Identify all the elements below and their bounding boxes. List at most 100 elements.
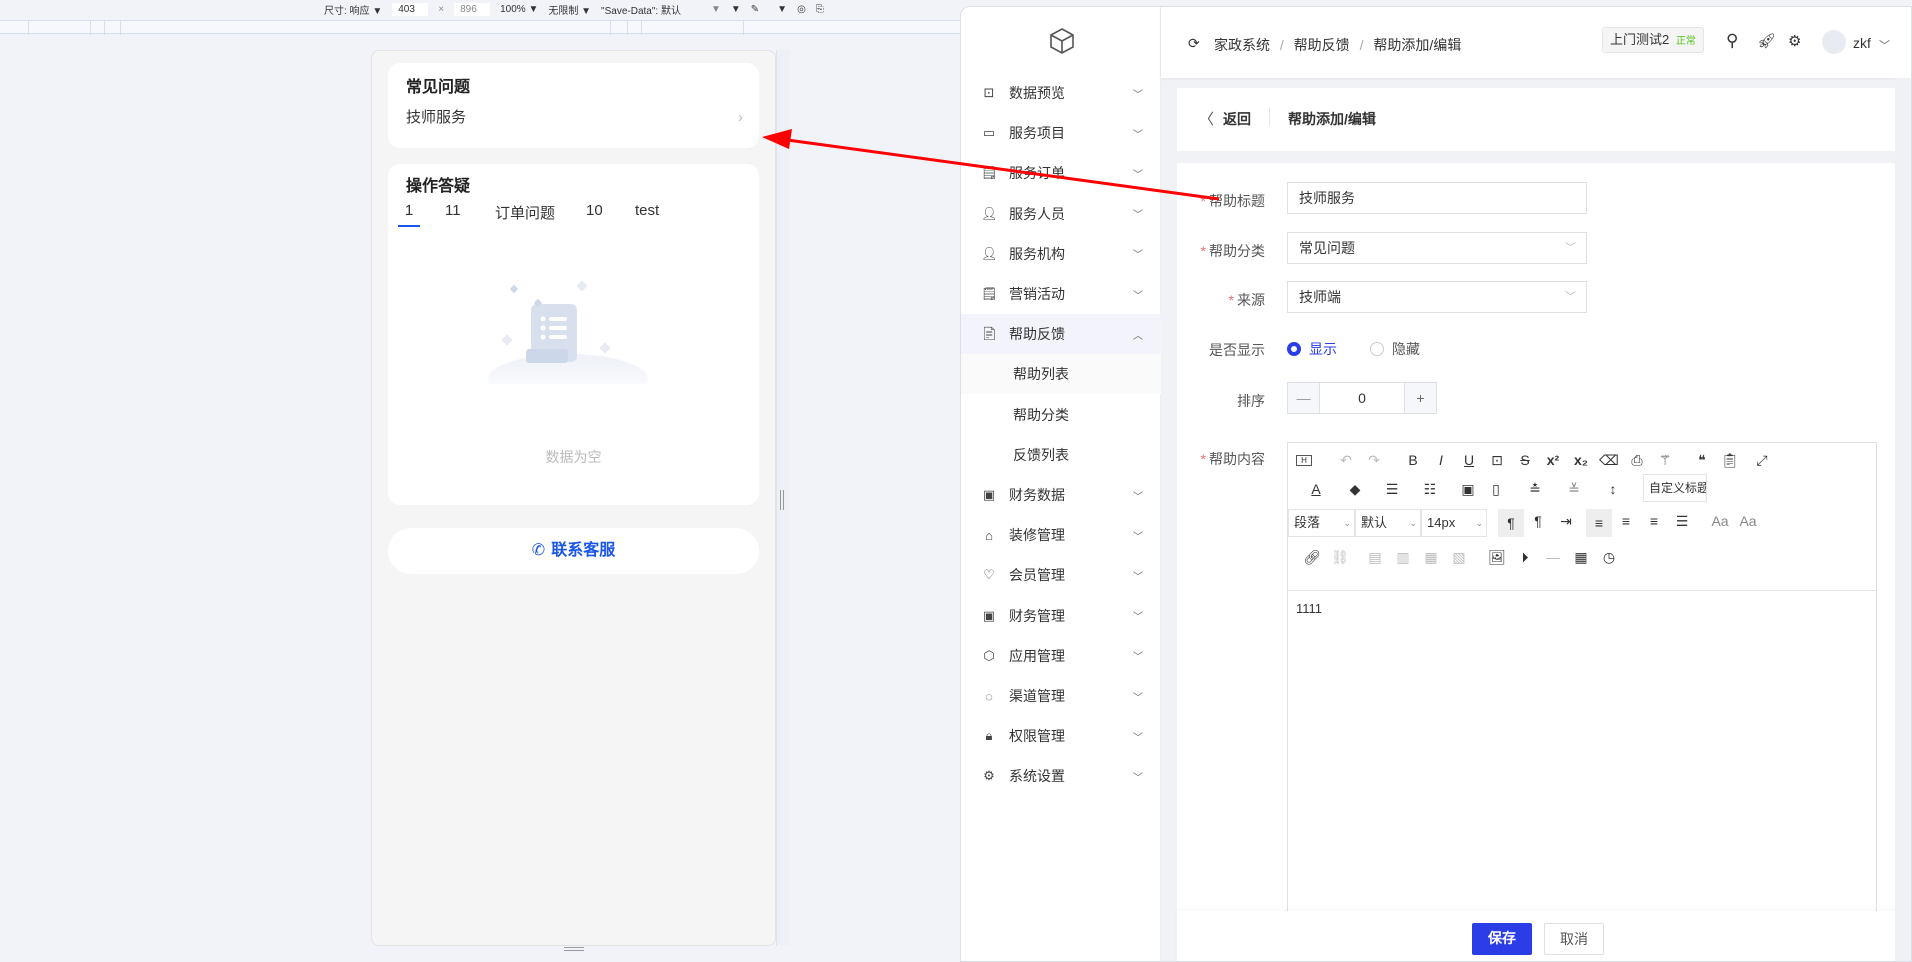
eyedropper-icon[interactable]: ✎ bbox=[751, 4, 759, 15]
fullscreen-icon[interactable]: ⤢ bbox=[1750, 452, 1774, 469]
align-center-icon[interactable]: ≡ bbox=[1614, 513, 1638, 529]
row-spacing-bottom-icon[interactable]: ≚ bbox=[1562, 481, 1586, 498]
sidebar-subitem[interactable]: 反馈列表 bbox=[961, 435, 1161, 475]
radio-hide[interactable]: 隐藏 bbox=[1370, 339, 1420, 359]
custom-heading-select[interactable]: 自定义标题 bbox=[1643, 474, 1707, 502]
italic-icon[interactable]: I bbox=[1429, 452, 1453, 468]
font-size-select[interactable]: 14px ⌄ bbox=[1421, 509, 1487, 537]
sidebar-subitem[interactable]: 帮助列表 bbox=[961, 354, 1161, 395]
source-select[interactable]: 技师端 ﹀ bbox=[1287, 281, 1587, 313]
magic-wand-icon[interactable]: ⚚ bbox=[1653, 452, 1677, 469]
search-icon[interactable]: ⚲ bbox=[1726, 31, 1738, 51]
breadcrumb-item[interactable]: 帮助反馈 bbox=[1294, 37, 1350, 53]
subscript-icon[interactable]: x₂ bbox=[1569, 452, 1593, 468]
gear-icon[interactable]: ⚙ bbox=[1788, 32, 1801, 50]
faq-item[interactable]: 技师服务 › bbox=[406, 103, 743, 133]
sidebar-item[interactable]: ⚙ 系统设置 ﹀ bbox=[961, 756, 1161, 796]
avatar[interactable] bbox=[1822, 30, 1846, 54]
eraser-icon[interactable]: ⌫ bbox=[1597, 452, 1621, 469]
row-spacing-top-icon[interactable]: ≛ bbox=[1523, 481, 1547, 498]
quote-icon[interactable]: ❝ bbox=[1690, 452, 1714, 469]
radio-show[interactable]: 显示 bbox=[1287, 339, 1337, 359]
font-family-select[interactable]: 默认 ⌄ bbox=[1355, 509, 1421, 537]
sort-input[interactable]: 0 bbox=[1320, 383, 1404, 413]
contact-service-button[interactable]: ✆ 联系客服 bbox=[388, 528, 759, 574]
sidebar-item[interactable]: 🗒︎ 服务订单 ﹀ bbox=[961, 153, 1161, 193]
dropdown-icon[interactable]: ▼ bbox=[711, 4, 721, 15]
scrollbar[interactable] bbox=[1895, 78, 1911, 961]
link-icon[interactable]: 🔗︎ bbox=[1300, 549, 1324, 566]
time-icon[interactable]: ◷ bbox=[1597, 549, 1621, 566]
image-icon[interactable]: 🖼︎ bbox=[1485, 549, 1509, 566]
image-right-icon[interactable]: ▧ bbox=[1447, 549, 1471, 566]
sidebar-subitem[interactable]: 帮助分类 bbox=[961, 395, 1161, 435]
justify-icon[interactable]: ☰ bbox=[1670, 513, 1694, 530]
indent-icon[interactable]: ⇥ bbox=[1554, 513, 1578, 530]
rtl-icon[interactable]: ¶ bbox=[1526, 513, 1550, 529]
category-select[interactable]: 常见问题 ﹀ bbox=[1287, 232, 1587, 264]
text-direction-icon[interactable]: Aa bbox=[1708, 513, 1732, 529]
side-resize-strip[interactable] bbox=[776, 50, 790, 946]
image-center-icon[interactable]: ▦ bbox=[1419, 549, 1443, 566]
cancel-button[interactable]: 取消 bbox=[1544, 923, 1604, 955]
sidebar-item[interactable]: 🔒︎ 权限管理 ﹀ bbox=[961, 716, 1161, 756]
dropdown-icon[interactable]: ▼ bbox=[731, 4, 741, 15]
dimensions-select[interactable]: 尺寸: 响应 ▼ bbox=[324, 2, 382, 17]
select-all-icon[interactable]: ▣ bbox=[1456, 481, 1480, 498]
ordered-list-icon[interactable]: ☰ bbox=[1380, 481, 1404, 498]
textbox-icon[interactable]: ⊡ bbox=[1485, 452, 1509, 469]
throttle-select[interactable]: 无限制 ▼ bbox=[548, 2, 591, 17]
sidebar-item[interactable]: ⊡ 数据预览 ﹀ bbox=[961, 73, 1161, 113]
sidebar-item[interactable]: 🗒︎ 营销活动 ﹀ bbox=[961, 274, 1161, 314]
sidebar-item[interactable]: 📄︎ 帮助反馈 ︿ bbox=[961, 314, 1161, 355]
unordered-list-icon[interactable]: ☷ bbox=[1418, 481, 1442, 498]
line-height-icon[interactable]: ↕ bbox=[1601, 481, 1625, 497]
sidebar-item[interactable]: ◌ 渠道管理 ﹀ bbox=[961, 676, 1161, 716]
tab-1[interactable]: 1 bbox=[398, 202, 420, 219]
strikethrough-icon[interactable]: S bbox=[1513, 452, 1537, 468]
blank-page-icon[interactable]: ▯ bbox=[1484, 481, 1508, 498]
sidebar-item[interactable]: 👤︎ 服务机构 ﹀ bbox=[961, 234, 1161, 274]
back-button[interactable]: 返回 bbox=[1223, 109, 1251, 129]
sidebar-item[interactable]: ▣ 财务管理 ﹀ bbox=[961, 596, 1161, 636]
tenant-tag[interactable]: 上门测试2 正常 bbox=[1602, 27, 1704, 53]
redo-icon[interactable]: ↷ bbox=[1362, 452, 1386, 469]
sidebar-item[interactable]: ▣ 财务数据 ﹀ bbox=[961, 475, 1161, 515]
html-icon[interactable]: H bbox=[1296, 455, 1312, 466]
sidebar-item[interactable]: ▭ 服务项目 ﹀ bbox=[961, 113, 1161, 153]
underline-icon[interactable]: U bbox=[1457, 452, 1481, 468]
video-icon[interactable]: ⏵ bbox=[1513, 549, 1537, 566]
font-color-icon[interactable]: A bbox=[1304, 481, 1328, 497]
increment-button[interactable]: + bbox=[1404, 383, 1436, 413]
rotate-icon[interactable]: ⎘ bbox=[816, 4, 824, 15]
sidebar-item[interactable]: ⌂ 装修管理 ﹀ bbox=[961, 515, 1161, 555]
title-input[interactable]: 技师服务 bbox=[1287, 182, 1587, 214]
paste-icon[interactable]: 📋︎ bbox=[1718, 452, 1742, 469]
text-direction-icon[interactable]: Aa bbox=[1736, 513, 1760, 529]
breadcrumb-item[interactable]: 家政系统 bbox=[1214, 37, 1270, 53]
tab-order[interactable]: 订单问题 bbox=[495, 202, 555, 223]
editor-content[interactable]: 1111 bbox=[1296, 601, 1322, 616]
superscript-icon[interactable]: x² bbox=[1541, 452, 1565, 468]
image-left-icon[interactable]: ▥ bbox=[1391, 549, 1415, 566]
horizontal-rule-icon[interactable]: — bbox=[1541, 549, 1565, 565]
media-query-ruler[interactable] bbox=[0, 20, 960, 35]
background-color-icon[interactable]: ◆ bbox=[1343, 481, 1367, 498]
resize-handle[interactable] bbox=[564, 947, 584, 951]
tab-10[interactable]: 10 bbox=[586, 202, 603, 219]
save-data-select[interactable]: "Save-Data": 默认 bbox=[601, 2, 681, 17]
resize-handle[interactable] bbox=[780, 490, 784, 510]
width-input[interactable]: 403 bbox=[392, 3, 429, 16]
align-right-icon[interactable]: ≡ bbox=[1642, 513, 1666, 529]
refresh-icon[interactable]: ⟳ bbox=[1188, 35, 1200, 52]
sensor-icon[interactable]: ◎ bbox=[797, 4, 806, 15]
paragraph-select[interactable]: 段落 ⌄ bbox=[1288, 509, 1355, 537]
save-button[interactable]: 保存 bbox=[1472, 923, 1532, 955]
bold-icon[interactable]: B bbox=[1401, 452, 1425, 468]
chevron-down-icon[interactable]: ﹀ bbox=[1879, 37, 1890, 53]
unlink-icon[interactable]: ⛓ bbox=[1328, 549, 1352, 566]
sidebar-item[interactable]: ⬡ 应用管理 ﹀ bbox=[961, 636, 1161, 676]
tab-test[interactable]: test bbox=[635, 202, 659, 219]
ltr-icon[interactable]: ¶ bbox=[1498, 509, 1524, 537]
tab-11[interactable]: 11 bbox=[445, 202, 461, 219]
